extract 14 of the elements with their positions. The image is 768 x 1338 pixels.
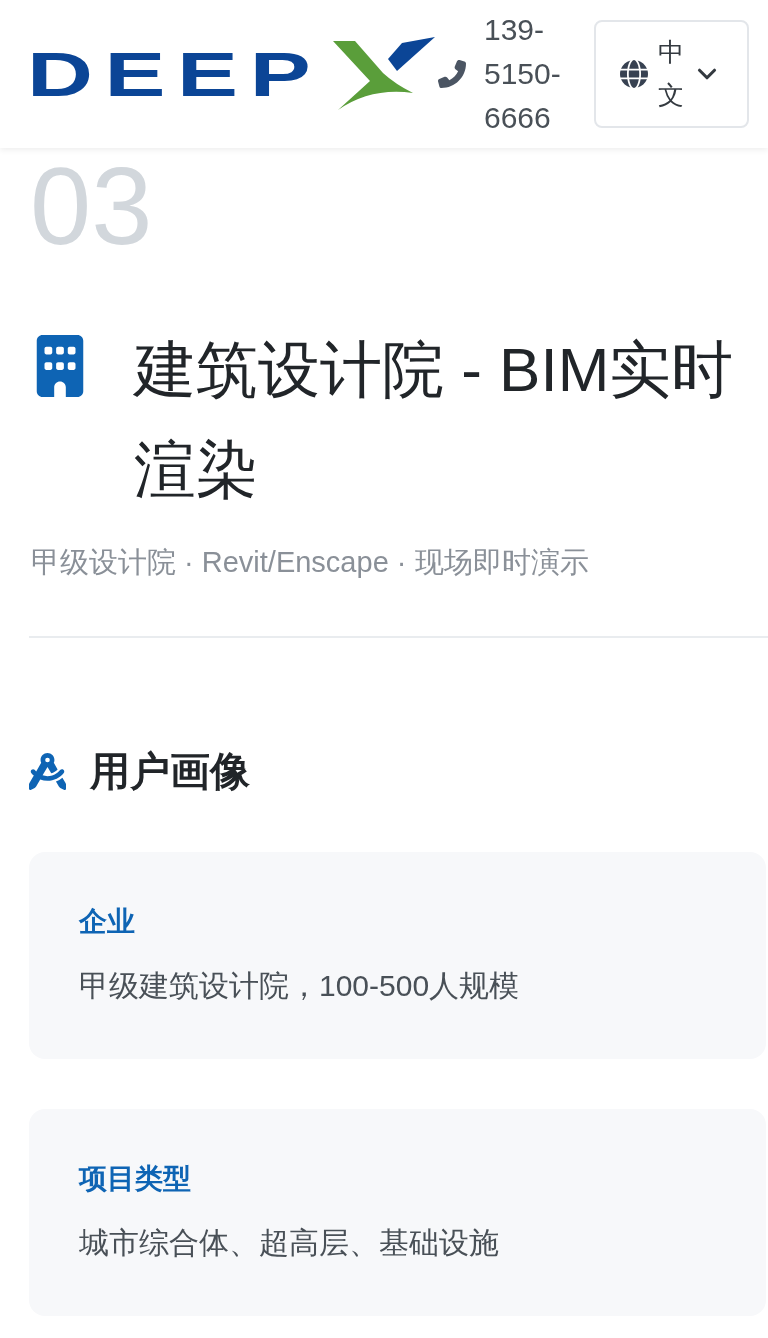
card-value: 甲级建筑设计院，100-500人规模 [79,968,521,1004]
card-value: 城市综合体、超高层、基础设施 [79,1225,500,1261]
card-label: 项目类型 [79,1162,192,1196]
globe-icon [620,60,648,88]
card-label: 企业 [79,905,136,939]
logo-mark-icon [333,37,436,111]
phone-icon [438,60,466,88]
case-title: 建筑设计院 - BIM实时渲染 [134,334,735,506]
drafting-compass-icon [29,752,66,790]
language-dropdown[interactable]: 中文 [594,20,749,128]
case-subtitle: 甲级设计院 · Revit/Enscape · 现场即时演示 [30,545,590,580]
phone-number[interactable]: 139-5150-6666 [484,8,564,140]
logo-link[interactable]: DEEP [27,37,436,111]
section-title: 用户画像 [90,748,250,795]
